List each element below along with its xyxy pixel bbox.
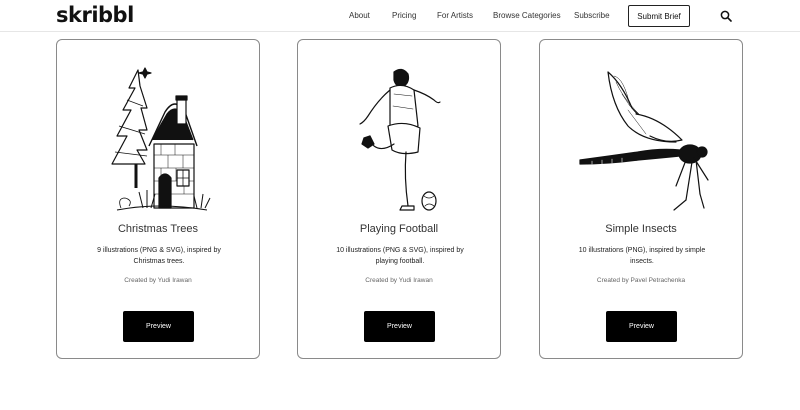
collection-card-christmas-trees: Christmas Trees 9 illustrations (PNG & S… [56, 39, 260, 359]
football-player-illustration [359, 68, 441, 211]
nav-about[interactable]: About [349, 11, 370, 20]
preview-button[interactable]: Preview [364, 311, 435, 342]
submit-brief-button[interactable]: Submit Brief [628, 5, 690, 27]
nav-subscribe[interactable]: Subscribe [574, 11, 610, 20]
site-header: skribbl About Pricing For Artists Browse… [0, 0, 800, 32]
search-icon[interactable] [720, 10, 732, 22]
card-credit: Created by Yudi Irawan [124, 277, 192, 284]
card-description: 10 illustrations (PNG), inspired by simp… [578, 247, 706, 265]
card-title: Simple Insects [605, 223, 677, 235]
card-description: 10 illustrations (PNG & SVG), inspired b… [336, 247, 464, 265]
collection-card-playing-football: Playing Football 10 illustrations (PNG &… [297, 39, 501, 359]
card-title: Playing Football [359, 223, 439, 235]
card-description: 9 illustrations (PNG & SVG), inspired by… [97, 247, 221, 265]
nav-browse-categories[interactable]: Browse Categories [493, 11, 561, 20]
nav-for-artists[interactable]: For Artists [437, 11, 473, 20]
dragonfly-illustration [579, 71, 709, 211]
collection-card-simple-insects: Simple Insects 10 illustrations (PNG), i… [539, 39, 743, 359]
card-credit: Created by Pavel Petrachenka [596, 277, 686, 284]
nav-pricing[interactable]: Pricing [392, 11, 416, 20]
card-credit: Created by Yudi Irawan [365, 277, 433, 284]
preview-button[interactable]: Preview [606, 311, 677, 342]
preview-button[interactable]: Preview [123, 311, 194, 342]
christmas-house-illustration [111, 67, 211, 211]
logo[interactable]: skribbl [56, 3, 134, 27]
card-title: Christmas Trees [117, 223, 199, 235]
